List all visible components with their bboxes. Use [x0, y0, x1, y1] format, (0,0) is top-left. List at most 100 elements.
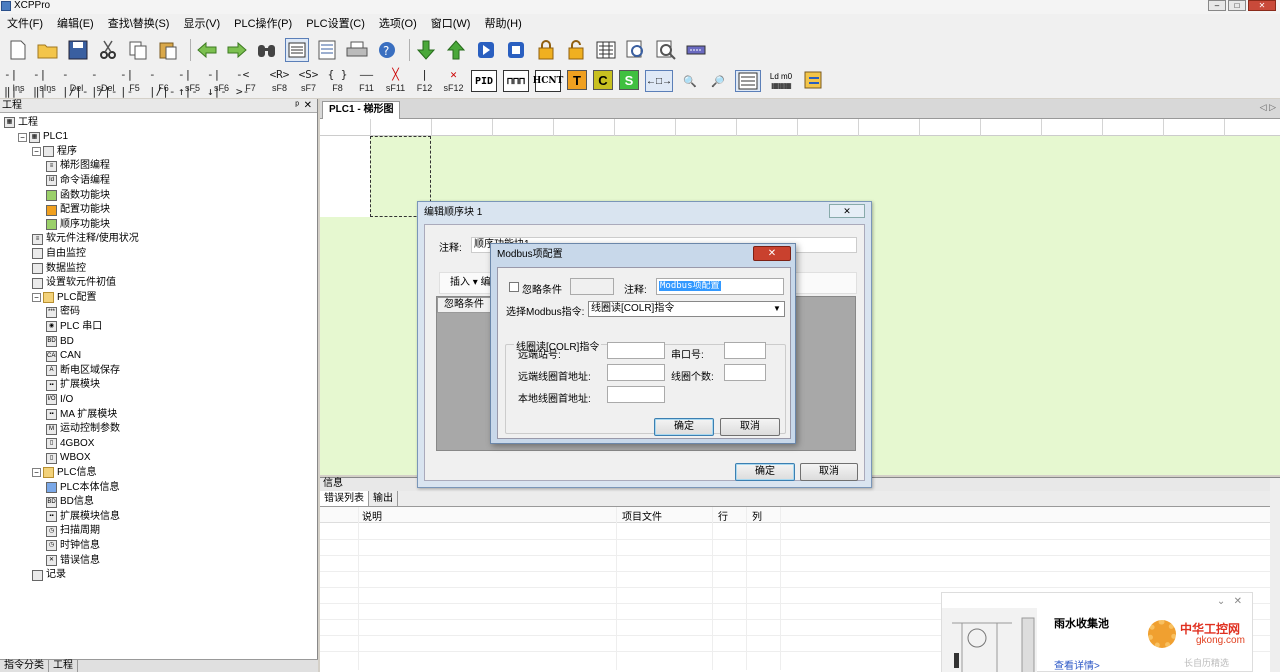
serial-port-input[interactable] — [724, 342, 766, 359]
monitor-icon[interactable] — [594, 38, 618, 62]
zoom-in-icon[interactable]: 🔍 — [679, 70, 701, 92]
ladder-btn-sf11[interactable]: ╳ sF11 — [381, 66, 410, 96]
ladder-btn-f11[interactable]: —— F11 — [352, 66, 381, 96]
upload-icon[interactable] — [444, 38, 468, 62]
help-icon[interactable]: ? — [375, 38, 399, 62]
grid-view-icon[interactable] — [735, 70, 761, 92]
tree-item[interactable]: 函数功能块 — [46, 188, 110, 203]
tree-item[interactable]: 设置软元件初值 — [32, 276, 116, 291]
tab-nav-arrows[interactable]: ◁ ▷ — [1260, 102, 1276, 113]
modbus-comment-input[interactable]: Modbus项配置 — [656, 278, 784, 295]
tree-item[interactable]: − 程序 — [32, 144, 77, 159]
ad-link[interactable]: 查看详情> — [1054, 657, 1100, 672]
tree-item[interactable]: 数据监控 — [32, 261, 86, 276]
tree-item[interactable]: ▯ 4GBOX — [46, 436, 94, 451]
ladder-btn-del[interactable]: -|/|- Del — [62, 66, 91, 98]
lock-icon[interactable] — [534, 38, 558, 62]
info-tab-1[interactable]: 输出 — [369, 491, 398, 506]
maximize-button[interactable]: □ — [1228, 0, 1246, 11]
ladder-btn-sf7[interactable]: <S> sF7 — [294, 66, 323, 96]
menu-item-8[interactable]: 帮助(H) — [477, 15, 528, 33]
tree-item[interactable]: I/O I/O — [46, 392, 73, 407]
edit-sequence-close-button[interactable]: ✕ — [829, 204, 865, 218]
tree-item[interactable]: ✕ 错误信息 — [46, 553, 100, 568]
menu-item-2[interactable]: 查找\替换(S) — [101, 15, 177, 33]
tree-item[interactable]: − PLC信息 — [32, 465, 96, 480]
tree-item[interactable]: ▯ WBOX — [46, 451, 91, 466]
ad-controls[interactable]: ⌄ ✕ — [1217, 596, 1242, 607]
copy-icon[interactable] — [126, 38, 150, 62]
collapse-toggle-icon[interactable]: − — [18, 132, 27, 142]
collapse-toggle-icon[interactable]: − — [32, 468, 41, 478]
find-icon[interactable] — [255, 38, 279, 62]
zoom-out-icon[interactable]: 🔎 — [707, 70, 729, 92]
zoom-find-icon[interactable] — [624, 38, 648, 62]
ladder-btn-sf12[interactable]: ✕ sF12 — [439, 66, 468, 96]
menu-item-7[interactable]: 窗口(W) — [424, 15, 478, 33]
coil-count-input[interactable] — [724, 364, 766, 381]
tree-item[interactable]: ◷ 时钟信息 — [46, 538, 100, 553]
local-coil-addr-input[interactable] — [607, 386, 665, 403]
ladder-btn-ins[interactable]: -|‖|- Ins — [4, 66, 33, 98]
outer-cancel-button[interactable]: 取消 — [800, 463, 858, 481]
menu-item-3[interactable]: 显示(V) — [176, 15, 227, 33]
ladder-btn-sf8[interactable]: <R> sF8 — [265, 66, 294, 96]
convert-icon[interactable] — [801, 70, 827, 92]
ladder-btn-f12[interactable]: | F12 — [410, 66, 439, 96]
tree-item[interactable]: ▪▪ 扩展模块信息 — [46, 509, 120, 524]
close-window-button[interactable]: ✕ — [1248, 0, 1276, 11]
stop-icon[interactable] — [504, 38, 528, 62]
cut-icon[interactable] — [96, 38, 120, 62]
print-icon[interactable] — [345, 38, 369, 62]
ladder-btn-f7[interactable]: -< >- F7 — [236, 66, 265, 98]
redo-icon[interactable] — [225, 38, 249, 62]
pulse-button[interactable]: ⊓⊓⊓ — [503, 70, 529, 92]
tree-item[interactable]: 自由监控 — [32, 246, 86, 261]
list-icon[interactable] — [315, 38, 339, 62]
ladder-btn-sf6[interactable]: -|↓|- sF6 — [207, 66, 236, 98]
ladder-btn-sf5[interactable]: -|↑|- sF5 — [178, 66, 207, 98]
minimize-button[interactable]: – — [1208, 0, 1226, 11]
tree-item[interactable]: ▪▪ 扩展模块 — [46, 378, 100, 393]
tree-item[interactable]: ▪▪ MA 扩展模块 — [46, 407, 117, 422]
tab-ladder[interactable]: PLC1 - 梯形图 — [322, 101, 401, 119]
tree-item[interactable]: ▦ 工程 — [4, 115, 38, 130]
ld-m0-button[interactable]: Ld m0 ▦▦▦ — [767, 70, 795, 92]
tree-item[interactable]: ◉ PLC 串口 — [46, 319, 102, 334]
tree-item[interactable]: ◷ 扫描周期 — [46, 524, 100, 539]
menu-item-1[interactable]: 编辑(E) — [50, 15, 101, 33]
hcnt-button[interactable]: HCNT — [533, 70, 563, 92]
open-icon[interactable] — [36, 38, 60, 62]
remote-station-input[interactable] — [607, 342, 665, 359]
modbus-ok-button[interactable]: 确定 — [654, 418, 714, 436]
tree-item[interactable]: BD BD信息 — [46, 495, 94, 510]
tree-item[interactable]: A 断电区域保存 — [46, 363, 120, 378]
tree-item[interactable]: Id 命令语编程 — [46, 173, 110, 188]
modbus-command-select[interactable]: 线圈读[COLR]指令 ▼ — [588, 301, 785, 317]
tree-item[interactable]: − ▦ PLC1 — [18, 130, 68, 145]
info-tab-0[interactable]: 错误列表 — [320, 491, 369, 506]
ladder-btn-sins[interactable]: -|‖|- sIns — [33, 66, 62, 98]
new-icon[interactable] — [6, 38, 30, 62]
modbus-cancel-button[interactable]: 取消 — [720, 418, 780, 436]
ladder-icon[interactable] — [285, 38, 309, 62]
counter-button[interactable]: C — [593, 70, 613, 90]
tree-item[interactable]: 记录 — [32, 568, 66, 583]
paste-icon[interactable] — [156, 38, 180, 62]
search-doc-icon[interactable] — [654, 38, 678, 62]
unlock-icon[interactable] — [564, 38, 588, 62]
panel-tab-1[interactable]: 工程 — [49, 660, 78, 672]
tree-item[interactable]: ≡ 梯形图编程 — [46, 159, 110, 174]
close-panel-icon[interactable]: ✕ — [304, 99, 312, 112]
ladder-btn-f5[interactable]: -| |- F5 — [120, 66, 149, 98]
ladder-btn-f8[interactable]: { } F8 — [323, 66, 352, 96]
tree-item[interactable]: − PLC配置 — [32, 290, 96, 305]
comm-icon[interactable] — [684, 38, 708, 62]
modbus-close-button[interactable]: ✕ — [753, 246, 791, 261]
collapse-toggle-icon[interactable]: − — [32, 293, 41, 303]
tree-item[interactable]: M 运动控制参数 — [46, 422, 120, 437]
outer-ok-button[interactable]: 确定 — [735, 463, 795, 481]
ignore-condition-checkbox[interactable] — [509, 282, 519, 292]
pin-icon[interactable]: ᵖ — [295, 99, 299, 112]
tree-item[interactable]: 配置功能块 — [46, 203, 110, 218]
